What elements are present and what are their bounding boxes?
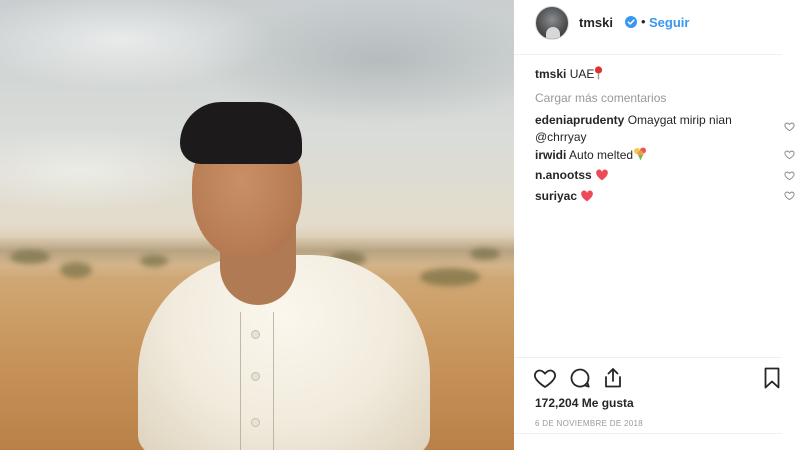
comment-mention[interactable]: @chrryay	[535, 130, 587, 144]
post-username[interactable]: tmski	[579, 15, 613, 30]
comment-item: edeniaprudenty Omaygat mirip nian @chrry…	[535, 112, 765, 146]
post-header: tmski • Seguir	[514, 0, 782, 55]
shirt-button	[251, 372, 260, 381]
likes-count[interactable]: 172,204 Me gusta	[535, 396, 634, 410]
bookmark-icon[interactable]	[760, 366, 784, 390]
separator-dot: •	[641, 14, 646, 29]
caption-username[interactable]: tmski	[535, 67, 566, 81]
comment-username[interactable]: suriyac	[535, 189, 577, 203]
comment-text: Omaygat mirip nian	[627, 113, 732, 127]
comment-item: irwidi Auto melted	[535, 147, 765, 164]
comment-like-icon[interactable]	[784, 149, 795, 160]
post-date[interactable]: 6 DE NOVIEMBRE DE 2018	[535, 419, 643, 428]
comment-like-icon[interactable]	[784, 190, 795, 201]
comment-username[interactable]: edeniaprudenty	[535, 113, 624, 127]
shirt-button	[251, 418, 260, 427]
avatar[interactable]	[535, 6, 569, 40]
shirt-button	[251, 330, 260, 339]
like-heart-icon[interactable]	[533, 366, 557, 390]
verified-badge-icon	[625, 16, 637, 28]
caption: tmski UAE	[535, 66, 603, 83]
caption-text: UAE	[569, 67, 595, 81]
follow-button[interactable]: Seguir	[649, 15, 689, 30]
post-photo[interactable]	[0, 0, 514, 450]
shrub	[420, 268, 480, 286]
comment-like-icon[interactable]	[784, 170, 795, 181]
shrub	[140, 255, 168, 267]
comment-username[interactable]: irwidi	[535, 148, 566, 162]
comment-item: n.anootss	[535, 167, 765, 184]
comment-text: Auto melted	[569, 148, 634, 162]
person-hair	[180, 102, 302, 164]
share-icon[interactable]	[601, 366, 625, 390]
comment-username[interactable]: n.anootss	[535, 168, 592, 182]
heart-emoji-icon	[581, 190, 594, 202]
post-side-panel: tmski • Seguir tmski UAE Cargar más come…	[514, 0, 800, 450]
shrub	[60, 262, 92, 278]
load-more-comments-link[interactable]: Cargar más comentarios	[535, 90, 666, 107]
bouquet-icon	[634, 147, 647, 161]
shrub	[470, 248, 500, 260]
shrub	[10, 250, 50, 264]
heart-emoji-icon	[596, 169, 608, 181]
divider	[514, 433, 782, 434]
pin-icon	[595, 66, 603, 80]
comment-icon[interactable]	[568, 366, 592, 390]
comment-item: suriyac	[535, 188, 765, 205]
comment-like-icon[interactable]	[784, 121, 795, 132]
post-actions-footer: 172,204 Me gusta 6 DE NOVIEMBRE DE 2018	[514, 357, 782, 435]
